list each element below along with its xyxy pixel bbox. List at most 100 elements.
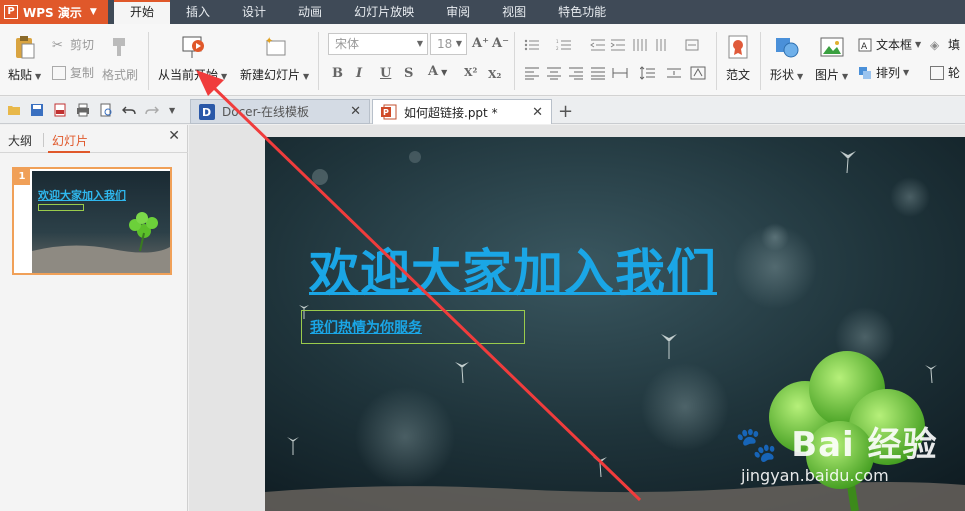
save-icon[interactable] <box>30 103 44 117</box>
new-slide-button[interactable]: ✦ 新建幻灯片 ▼ <box>240 34 309 83</box>
strikethrough-icon[interactable]: S <box>404 66 413 81</box>
bullet-list-icon[interactable] <box>524 38 540 52</box>
subtitle-textbox[interactable]: 我们热情为你服务 <box>301 310 525 344</box>
doc-tab-label: 如何超链接.ppt * <box>404 105 498 120</box>
columns-icon[interactable] <box>632 38 648 52</box>
copy-label: 复制 <box>70 66 95 80</box>
undo-icon[interactable] <box>122 103 136 117</box>
tab-home[interactable]: 开始 <box>114 0 171 24</box>
underline-icon[interactable]: U <box>380 66 391 81</box>
cut-button[interactable]: ✂ 剪切 <box>52 36 94 53</box>
slide-canvas[interactable]: 欢迎大家加入我们 我们热情为你服务 🐾 Bai 经验 jingyan.baidu… <box>265 137 965 511</box>
outline-label: 轮 <box>948 66 961 80</box>
slide-title[interactable]: 欢迎大家加入我们 <box>309 233 717 305</box>
docer-icon: D <box>199 103 215 120</box>
thumbnail-image: 欢迎大家加入我们 <box>32 171 170 273</box>
tab-outline[interactable]: 大纲 <box>8 132 32 149</box>
tab-slideshow[interactable]: 幻灯片放映 <box>338 0 430 24</box>
open-folder-icon[interactable] <box>7 103 21 117</box>
app-menu-button[interactable]: P WPS 演示 ▼ <box>0 0 108 24</box>
wps-logo-icon: P <box>4 5 18 19</box>
format-painter-button[interactable]: 格式刷 <box>102 34 138 83</box>
paragraph-spacing-icon[interactable] <box>666 66 682 80</box>
increase-indent-icon[interactable] <box>610 38 626 52</box>
slideshow-play-icon <box>182 36 204 58</box>
active-tab-indicator <box>48 151 90 153</box>
distribute-icon[interactable] <box>612 66 628 80</box>
template-label: 范文 <box>725 68 750 82</box>
copy-button[interactable]: 复制 <box>52 64 94 81</box>
from-current-button[interactable]: 从当前开始 ▼ <box>158 34 227 83</box>
watermark-text: Bai 经验 <box>791 425 938 465</box>
shape-button[interactable]: 形状 ▼ <box>770 34 803 83</box>
tab-animation[interactable]: 动画 <box>282 0 338 24</box>
align-center-icon[interactable] <box>546 66 562 80</box>
doc-tab-docer[interactable]: D Docer-在线模板 ✕ <box>190 99 370 124</box>
print-preview-icon[interactable] <box>99 103 113 117</box>
slides-panel: 大纲 幻灯片 ✕ 1 欢迎大家加入我们 <box>0 125 188 511</box>
customize-toolbar-icon[interactable]: ▼ <box>169 106 175 115</box>
bold-icon[interactable]: B <box>332 66 343 81</box>
align-right-icon[interactable] <box>568 66 584 80</box>
tab-view[interactable]: 视图 <box>486 0 542 24</box>
shrink-font-icon[interactable]: A⁻ <box>492 36 509 51</box>
cut-label: 剪切 <box>70 38 95 52</box>
font-size-select[interactable]: 18 ▼ <box>430 33 467 55</box>
font-size-value: 18 <box>437 37 453 51</box>
font-name-select[interactable]: 宋体 ▼ <box>328 33 428 55</box>
tab-design[interactable]: 设计 <box>226 0 282 24</box>
font-name-value: 宋体 <box>335 37 360 51</box>
subscript-icon[interactable]: X₂ <box>488 68 501 81</box>
decrease-indent-icon[interactable] <box>590 38 606 52</box>
superscript-icon[interactable]: X² <box>464 66 477 79</box>
svg-text:D: D <box>202 106 211 119</box>
text-direction-icon[interactable] <box>654 38 670 52</box>
outline-button[interactable]: 轮 <box>930 64 960 81</box>
close-icon[interactable]: ✕ <box>532 105 543 120</box>
doc-tab-ppt[interactable]: P 如何超链接.ppt * ✕ <box>372 99 552 124</box>
svg-text:A: A <box>861 42 868 52</box>
template-button[interactable]: 范文 <box>725 34 751 83</box>
align-left-icon[interactable] <box>524 66 540 80</box>
close-icon[interactable]: ✕ <box>350 104 361 119</box>
picture-button[interactable]: 图片 ▼ <box>815 34 848 83</box>
menu-bar: P WPS 演示 ▼ 开始 插入 设计 动画 幻灯片放映 审阅 视图 特色功能 <box>0 0 965 24</box>
line-spacing-icon[interactable] <box>640 66 656 80</box>
slide-subtitle: 我们热情为你服务 <box>310 320 422 336</box>
slide-editing-area: 欢迎大家加入我们 我们热情为你服务 🐾 Bai 经验 jingyan.baidu… <box>189 125 965 511</box>
tab-insert[interactable]: 插入 <box>170 0 226 24</box>
paste-button[interactable]: 粘贴 ▼ <box>8 34 41 83</box>
from-current-label: 从当前开始 <box>158 68 219 82</box>
numbered-list-icon[interactable]: 12 <box>556 38 572 52</box>
justify-icon[interactable] <box>590 66 606 80</box>
textbox-button[interactable]: A 文本框 ▼ <box>858 36 921 53</box>
app-name: WPS 演示 <box>23 5 82 20</box>
fill-button[interactable]: ◈ 填 <box>930 36 960 53</box>
doc-tab-label: Docer-在线模板 <box>222 105 310 119</box>
svg-text:✦: ✦ <box>265 36 273 47</box>
thumbnail-subtitle-box <box>38 204 84 211</box>
fill-bucket-icon: ◈ <box>930 37 940 52</box>
arrange-label: 排列 <box>876 66 901 80</box>
shape-label: 形状 <box>770 68 795 82</box>
italic-icon[interactable]: I <box>356 66 362 81</box>
font-color-icon[interactable]: A ▼ <box>428 64 447 79</box>
scissors-icon: ✂ <box>52 37 63 53</box>
divider <box>716 32 717 90</box>
close-icon[interactable]: ✕ <box>168 128 180 144</box>
arrange-button[interactable]: 排列 ▼ <box>858 64 909 81</box>
grow-font-icon[interactable]: A⁺ <box>472 36 489 51</box>
tab-features[interactable]: 特色功能 <box>542 0 622 24</box>
slide-thumbnail[interactable]: 1 欢迎大家加入我们 <box>12 167 172 275</box>
chevron-down-icon: ▼ <box>89 7 97 17</box>
tab-review[interactable]: 审阅 <box>430 0 486 24</box>
redo-icon[interactable] <box>145 103 159 117</box>
print-icon[interactable] <box>76 103 90 117</box>
new-tab-plus-icon[interactable]: + <box>558 101 573 122</box>
new-slide-label: 新建幻灯片 <box>240 68 301 82</box>
export-pdf-icon[interactable] <box>53 103 67 117</box>
text-effects-icon[interactable] <box>690 66 706 80</box>
align-text-icon[interactable] <box>684 38 700 52</box>
tab-slides[interactable]: 幻灯片 <box>52 132 88 149</box>
divider <box>760 32 761 90</box>
